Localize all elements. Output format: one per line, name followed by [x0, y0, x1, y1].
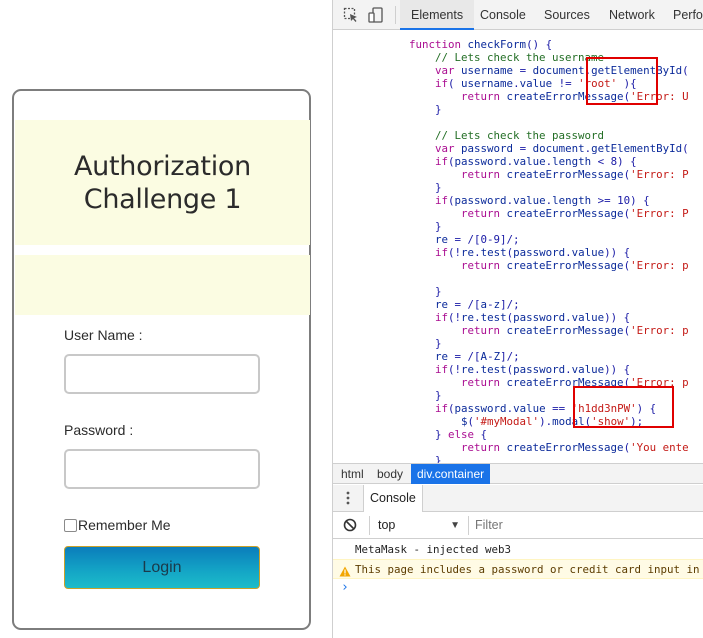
highlight-password-check [573, 386, 674, 428]
clear-console-icon[interactable] [343, 518, 357, 537]
code-line: } [357, 389, 442, 402]
code-line: // Lets check the password [357, 129, 605, 142]
username-label: User Name : [64, 327, 143, 343]
devtools-toolbar: Elements Console Sources Network Perfor [333, 0, 703, 30]
toolbar-divider [395, 6, 396, 24]
code-line: return createErrorMessage('You ente [461, 441, 689, 454]
device-toolbar-icon[interactable] [368, 7, 384, 23]
tab-network[interactable]: Network [609, 0, 655, 30]
code-line: return createErrorMessage('Error: p [461, 324, 689, 337]
code-line: return createErrorMessage('Error: P [461, 168, 689, 181]
code-line: re = /[0-9]/; [435, 233, 520, 246]
remember-checkbox[interactable] [64, 518, 77, 532]
console-filter-input[interactable] [471, 516, 703, 535]
context-select[interactable]: top ▼ [369, 516, 469, 535]
code-line: } [357, 337, 442, 350]
crumb-html[interactable]: html [335, 464, 370, 484]
message-area [15, 255, 310, 315]
code-line: return createErrorMessage('Error: p [461, 259, 689, 272]
code-line: // Lets check the username [357, 51, 605, 64]
tab-performance[interactable]: Perfor [673, 0, 703, 30]
crumb-div-container[interactable]: div.container [411, 464, 491, 484]
code-line: } [357, 454, 442, 463]
devtools-panel: Elements Console Sources Network Perfor … [332, 0, 703, 638]
drawer-tabbar: Console [333, 485, 703, 512]
console-toolbar: top ▼ [333, 512, 703, 539]
password-label: Password : [64, 422, 134, 438]
web-page: Authorization Challenge 1 User Name : Pa… [0, 0, 332, 638]
drawer-tab-console[interactable]: Console [363, 485, 423, 512]
console-warning-message: This page includes a password or credit … [333, 559, 703, 579]
code-line: } [357, 285, 442, 298]
code-line: if(password.value.length >= 10) { [435, 194, 650, 207]
drawer-menu-icon[interactable] [345, 491, 351, 510]
password-input[interactable] [64, 449, 260, 489]
code-line: if(!re.test(password.value)) { [435, 363, 631, 376]
inspect-element-icon[interactable] [343, 7, 359, 23]
code-line: if(!re.test(password.value)) { [435, 246, 631, 259]
remember-label: Remember Me [78, 517, 171, 533]
highlight-username-check [586, 57, 658, 105]
code-line: } [357, 103, 442, 116]
chevron-down-icon: ▼ [450, 520, 460, 531]
console-log-message: MetaMask - injected web3 [355, 543, 512, 556]
code-line: } else { [357, 428, 488, 441]
login-card: Authorization Challenge 1 User Name : Pa… [12, 89, 311, 630]
username-input[interactable] [64, 354, 260, 394]
title-line-2: Challenge 1 [83, 183, 242, 215]
login-button[interactable]: Login [64, 546, 260, 589]
crumb-body[interactable]: body [371, 464, 409, 484]
code-line: function checkForm() { [409, 38, 553, 51]
code-line: return createErrorMessage('Error: P [461, 207, 689, 220]
warning-text: This page includes a password or credit … [355, 563, 700, 576]
tab-elements[interactable]: Elements [400, 0, 475, 30]
code-line: } [357, 181, 442, 194]
page-title: Authorization Challenge 1 [74, 150, 251, 216]
code-line: var password = document.getElementById( [435, 142, 689, 155]
remember-me[interactable]: Remember Me [64, 517, 171, 533]
card-header: Authorization Challenge 1 [15, 120, 310, 245]
code-line: re = /[A-Z]/; [435, 350, 520, 363]
context-value: top [378, 518, 396, 532]
code-line: if(!re.test(password.value)) { [435, 311, 631, 324]
code-line: if(password.value.length < 8) { [435, 155, 637, 168]
code-line: re = /[a-z]/; [435, 298, 520, 311]
code-line: } [357, 220, 442, 233]
tab-sources[interactable]: Sources [544, 0, 590, 30]
title-line-1: Authorization [74, 150, 251, 182]
breadcrumb: html body div.container [333, 463, 703, 484]
tab-console[interactable]: Console [480, 0, 526, 30]
console-prompt[interactable]: › [341, 580, 349, 595]
warning-icon [339, 564, 351, 577]
